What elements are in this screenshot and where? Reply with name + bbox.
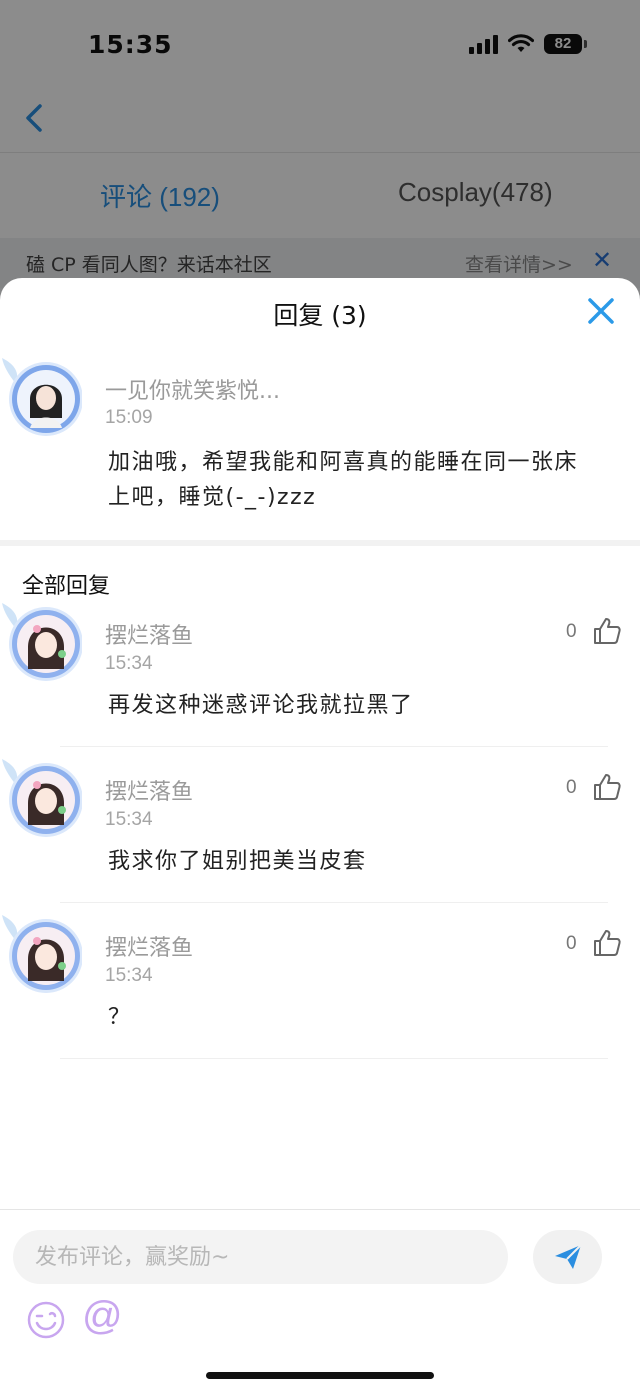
avatar[interactable] xyxy=(0,755,82,841)
send-button[interactable] xyxy=(533,1230,602,1284)
reply-divider xyxy=(60,902,608,903)
like-count: 0 xyxy=(566,777,577,798)
reply-time: 15:34 xyxy=(105,965,153,986)
like-count: 0 xyxy=(566,933,577,954)
avatar[interactable] xyxy=(0,354,82,440)
comment-input[interactable] xyxy=(13,1230,508,1284)
reply-username[interactable]: 摆烂落鱼 xyxy=(105,774,193,806)
mention-button[interactable]: @ xyxy=(82,1294,123,1339)
send-icon xyxy=(554,1244,582,1269)
comment-composer: @ xyxy=(0,1209,640,1391)
emoji-icon[interactable] xyxy=(26,1300,66,1340)
reply-username[interactable]: 摆烂落鱼 xyxy=(105,618,193,650)
original-comment: 一见你就笑紫悦... 15:09 加油哦，希望我能和阿喜真的能睡在同一张床 上吧… xyxy=(0,278,640,540)
avatar[interactable] xyxy=(0,911,82,997)
reply-content: 我求你了姐别把美当皮套 xyxy=(108,849,367,874)
comment-content-line-2: 上吧，睡觉(-_-)zzz xyxy=(108,485,317,510)
reply-divider xyxy=(60,1058,608,1059)
home-indicator xyxy=(206,1372,434,1379)
reply-username[interactable]: 摆烂落鱼 xyxy=(105,930,193,962)
comment-time: 15:09 xyxy=(105,407,153,428)
reply-content: 再发这种迷惑评论我就拉黑了 xyxy=(108,693,414,718)
comment-username[interactable]: 一见你就笑紫悦... xyxy=(105,373,280,405)
reply-item[interactable]: 摆烂落鱼 15:34 再发这种迷惑评论我就拉黑了 0 xyxy=(0,596,640,752)
reply-sheet: 回复 (3) 一见你就笑紫悦... 15:09 加油哦，希望我能和阿喜真的能睡在… xyxy=(0,278,640,1391)
thumbs-up-icon[interactable] xyxy=(592,616,622,646)
reply-divider xyxy=(60,746,608,747)
thumbs-up-icon[interactable] xyxy=(592,772,622,802)
reply-time: 15:34 xyxy=(105,653,153,674)
thumbs-up-icon[interactable] xyxy=(592,928,622,958)
comment-content-line-1: 加油哦，希望我能和阿喜真的能睡在同一张床 xyxy=(108,450,579,475)
section-divider xyxy=(0,540,640,546)
avatar[interactable] xyxy=(0,599,82,685)
reply-content: ？ xyxy=(108,1005,132,1030)
like-count: 0 xyxy=(566,621,577,642)
reply-time: 15:34 xyxy=(105,809,153,830)
reply-item[interactable]: 摆烂落鱼 15:34 ？ 0 xyxy=(0,908,640,1064)
reply-item[interactable]: 摆烂落鱼 15:34 我求你了姐别把美当皮套 0 xyxy=(0,752,640,908)
